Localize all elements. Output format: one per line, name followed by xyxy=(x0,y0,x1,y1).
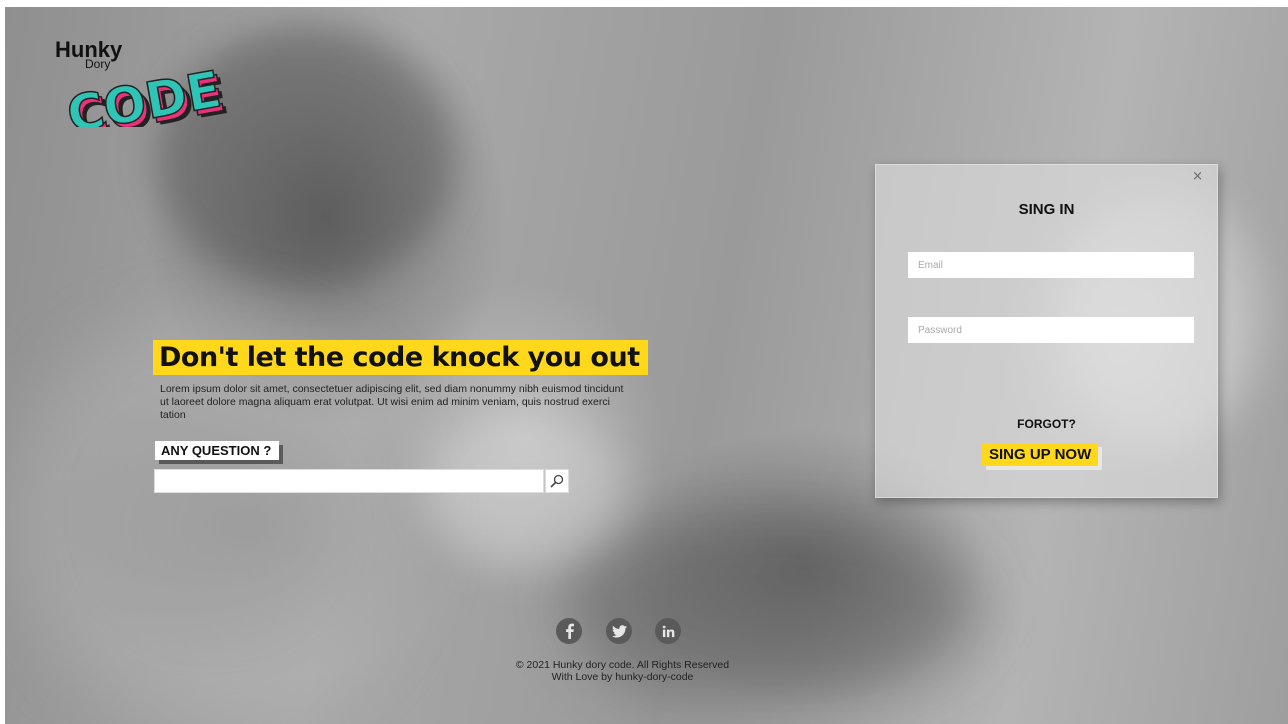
logo-code-mark: CODE CODE CODE xyxy=(62,59,233,127)
signin-panel: × SING IN FORGOT? SING UP NOW xyxy=(875,164,1218,498)
facebook-icon xyxy=(566,623,574,639)
page-headline: Don't let the code knock you out xyxy=(153,340,648,375)
signin-title: SING IN xyxy=(1018,201,1075,218)
password-field[interactable] xyxy=(908,317,1194,343)
close-icon[interactable]: × xyxy=(1186,168,1209,185)
linkedin-link[interactable] xyxy=(655,618,681,644)
footer: © 2021 Hunky dory code. All Rights Reser… xyxy=(460,659,785,683)
signup-button[interactable]: SING UP NOW xyxy=(982,443,1099,466)
linkedin-icon xyxy=(662,625,674,637)
forgot-password-link[interactable]: FORGOT? xyxy=(876,417,1217,431)
footer-credit: With Love by hunky-dory-code xyxy=(551,671,694,683)
question-search-input[interactable] xyxy=(154,469,544,493)
site-logo[interactable]: Hunky Dory CODE CODE CODE xyxy=(55,37,275,127)
logo-word-code: CODE xyxy=(63,60,226,127)
hero-background: Hunky Dory CODE CODE CODE Don't let the … xyxy=(5,7,1288,724)
search-button[interactable] xyxy=(545,469,569,493)
question-label: ANY QUESTION ? xyxy=(155,441,280,460)
twitter-link[interactable] xyxy=(606,618,632,644)
twitter-icon xyxy=(611,624,627,637)
footer-copyright: © 2021 Hunky dory code. All Rights Reser… xyxy=(515,659,730,671)
search-icon xyxy=(550,474,564,488)
facebook-link[interactable] xyxy=(556,618,582,644)
hero-description: Lorem ipsum dolor sit amet, consectetuer… xyxy=(160,383,624,421)
email-field[interactable] xyxy=(908,252,1194,278)
